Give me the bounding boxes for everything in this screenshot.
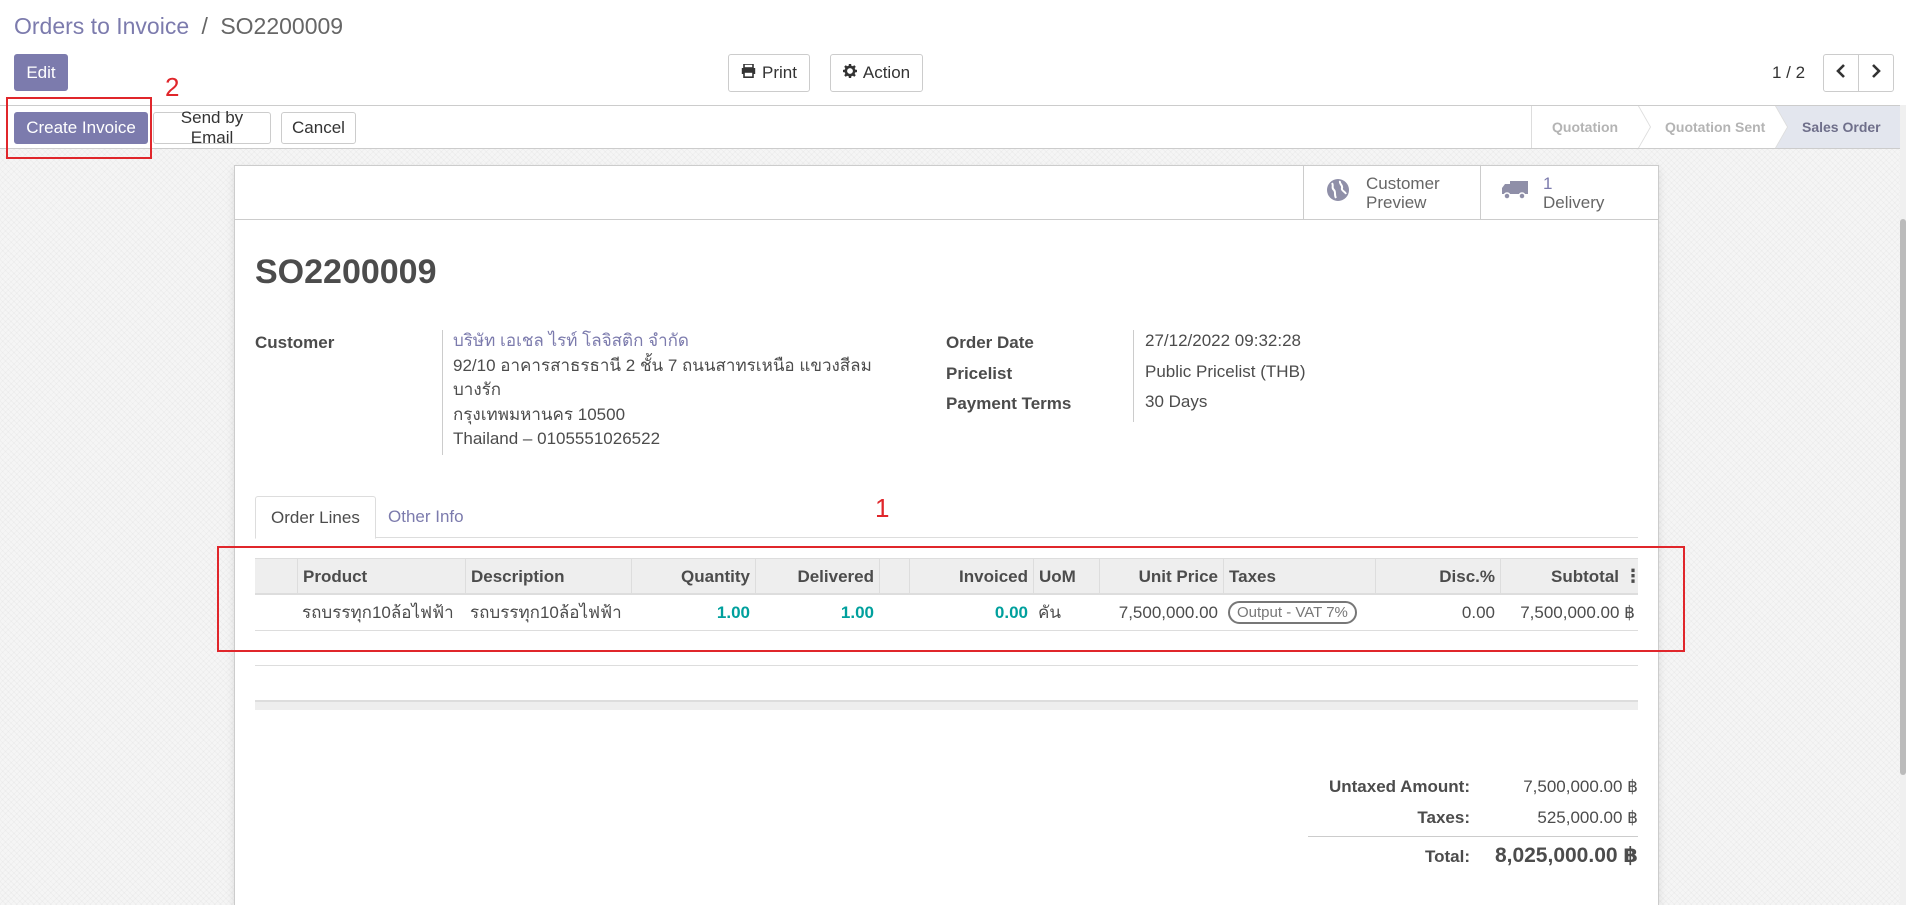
order-date-value[interactable]: 27/12/2022 09:32:28 bbox=[1145, 329, 1301, 354]
annotation-box-1 bbox=[217, 546, 1685, 652]
stage-sales-order[interactable]: Sales Order bbox=[1775, 106, 1906, 148]
annotation-label-1: 1 bbox=[875, 493, 890, 523]
table-footer bbox=[255, 701, 1638, 710]
customer-field-divider bbox=[442, 330, 443, 455]
chevron-left-icon bbox=[1836, 63, 1846, 83]
payment-terms-label: Payment Terms bbox=[946, 394, 1072, 413]
chevron-right-icon bbox=[1871, 63, 1881, 83]
customer-address-line2: บางรัก bbox=[453, 380, 502, 399]
tab-other-info[interactable]: Other Info bbox=[373, 496, 479, 538]
stage-sales-order-label: Sales Order bbox=[1802, 119, 1881, 135]
annotation-label-2: 2 bbox=[165, 72, 180, 102]
status-stages: Quotation Quotation Sent Sales Order bbox=[1531, 106, 1906, 148]
customer-name-link[interactable]: บริษัท เอเชล ไรท์ โลจิสติก จำกัด bbox=[453, 329, 872, 354]
cancel-button[interactable]: Cancel bbox=[281, 112, 356, 144]
untaxed-amount-label: Untaxed Amount: bbox=[1328, 777, 1470, 796]
empty-row bbox=[255, 666, 1638, 701]
customer-address-line3: กรุงเทพมหานคร 10500 bbox=[453, 404, 626, 424]
form-content: SO2200009 Customer บริษัท เอเชล ไรท์ โลจ… bbox=[234, 165, 1659, 905]
breadcrumb-current: SO2200009 bbox=[220, 13, 344, 39]
breadcrumb-parent-link[interactable]: Orders to Invoice bbox=[14, 13, 189, 39]
stage-quotation[interactable]: Quotation bbox=[1531, 106, 1651, 148]
notebook-tabs: Order Lines Other Info bbox=[255, 496, 1638, 539]
total-label: Total: bbox=[1424, 847, 1470, 866]
breadcrumb: Orders to Invoice / SO2200009 bbox=[14, 13, 343, 40]
customer-field[interactable]: บริษัท เอเชล ไรท์ โลจิสติก จำกัด 92/10 อ… bbox=[453, 329, 872, 452]
pager-next-button[interactable] bbox=[1858, 54, 1894, 92]
total-value: 8,025,000.00 ฿ bbox=[1494, 844, 1638, 867]
stage-quotation-sent[interactable]: Quotation Sent bbox=[1638, 106, 1788, 148]
gear-icon bbox=[842, 63, 857, 83]
stage-quotation-sent-label: Quotation Sent bbox=[1665, 119, 1766, 135]
stage-quotation-label: Quotation bbox=[1552, 119, 1619, 135]
breadcrumb-separator: / bbox=[201, 13, 208, 39]
payment-terms-value[interactable]: 30 Days bbox=[1145, 390, 1207, 415]
customer-address-line4: Thailand – 0105551026522 bbox=[453, 429, 661, 448]
customer-address-line1: 92/10 อาคารสาธรธานี 2 ชั้น 7 ถนนสาทรเหนื… bbox=[453, 355, 872, 375]
totals-divider bbox=[1308, 836, 1638, 837]
action-label: Action bbox=[862, 63, 911, 82]
record-title: SO2200009 bbox=[255, 253, 437, 291]
pager-value[interactable]: 1 / 2 bbox=[1772, 63, 1805, 83]
print-label: Print bbox=[762, 63, 797, 82]
send-by-email-button[interactable]: Send by Email bbox=[153, 108, 271, 147]
statusbar: Create Invoice Send by Email Cancel Quot… bbox=[0, 105, 1906, 149]
annotation-box-2 bbox=[6, 97, 152, 159]
taxes-label: Taxes: bbox=[1417, 808, 1470, 827]
order-info-divider bbox=[1133, 330, 1134, 422]
customer-label: Customer bbox=[255, 333, 335, 352]
scrollbar-thumb[interactable] bbox=[1900, 219, 1906, 775]
tab-order-lines[interactable]: Order Lines bbox=[255, 496, 376, 539]
totals-section: Untaxed Amount: 7,500,000.00 ฿ Taxes: 52… bbox=[1308, 773, 1638, 874]
page-scrollbar[interactable] bbox=[1900, 105, 1906, 905]
taxes-value: 525,000.00 ฿ bbox=[1537, 808, 1638, 827]
printer-icon bbox=[741, 63, 756, 83]
print-button[interactable]: Print bbox=[728, 54, 810, 92]
order-date-label: Order Date bbox=[946, 333, 1034, 352]
pricelist-value[interactable]: Public Pricelist (THB) bbox=[1145, 360, 1306, 385]
edit-button[interactable]: Edit bbox=[14, 54, 68, 91]
pricelist-label: Pricelist bbox=[946, 364, 1013, 383]
action-button[interactable]: Action bbox=[830, 54, 923, 92]
pager-previous-button[interactable] bbox=[1823, 54, 1859, 92]
control-panel: Orders to Invoice / SO2200009 Edit Print… bbox=[0, 0, 1906, 105]
untaxed-amount-value: 7,500,000.00 ฿ bbox=[1523, 777, 1638, 796]
